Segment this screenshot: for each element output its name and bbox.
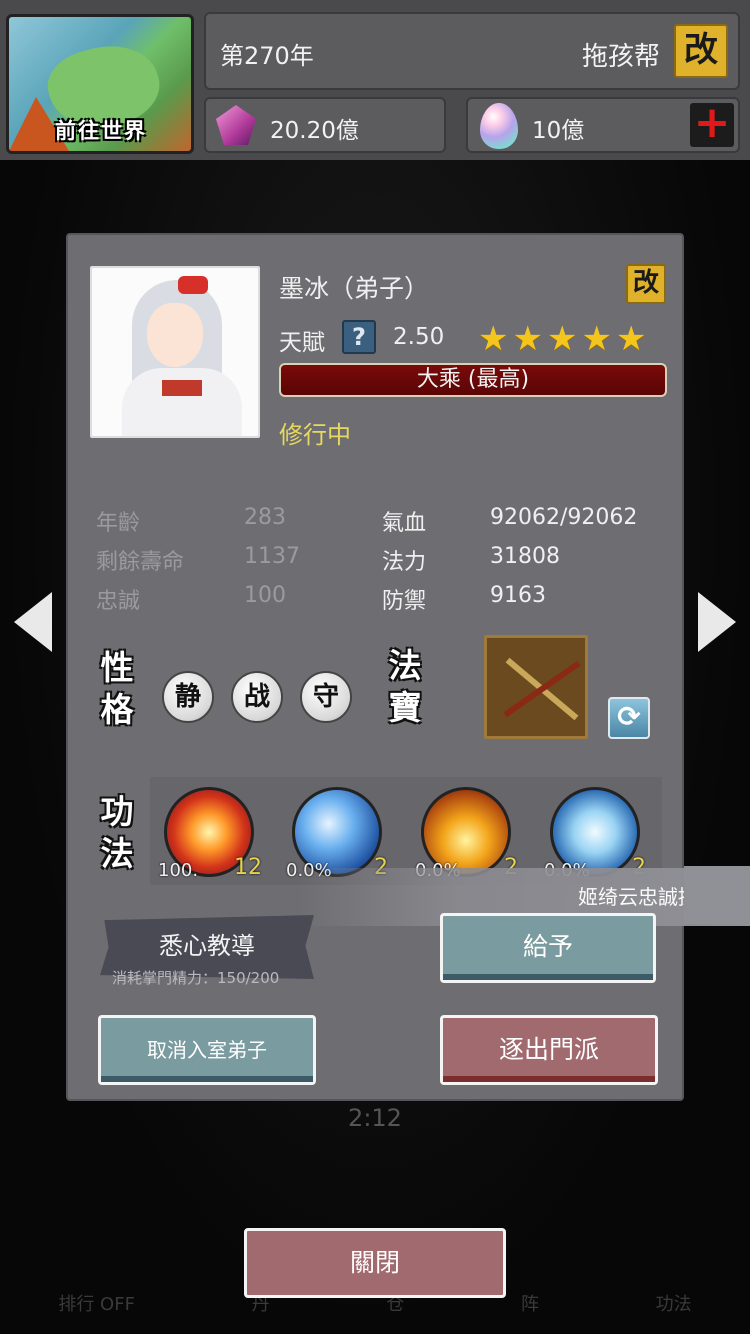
stat-value: 9163 — [490, 583, 546, 608]
next-disciple-arrow-icon[interactable] — [698, 592, 736, 652]
add-currency-button[interactable]: + — [690, 101, 734, 147]
stat-label: 剩餘壽命 — [96, 550, 185, 575]
portrait-robe — [122, 368, 242, 436]
top-bar: 前往世界 第270年 拖孩帮 改 20.20億 10億 + — [0, 0, 750, 160]
stat-label: 年齡 — [96, 511, 141, 536]
stat-row: 年齡 283 氣血 92062/92062 — [96, 505, 656, 544]
stat-row: 剩餘壽命 1137 法力 31808 — [96, 544, 656, 583]
trait-badge[interactable]: 战 — [231, 671, 283, 723]
world-map-button[interactable]: 前往世界 — [6, 14, 194, 154]
character-portrait — [90, 266, 260, 438]
prev-disciple-arrow-icon[interactable] — [14, 592, 52, 652]
crystal-amount: 20.20億 — [270, 118, 359, 144]
star-icon: ★ — [512, 319, 543, 359]
stat-value: 1137 — [244, 544, 300, 569]
give-button[interactable]: 給予 — [440, 913, 656, 983]
skills-title: 功法 — [100, 792, 134, 873]
star-icon: ★ — [546, 319, 578, 359]
teach-cost-label: 消耗掌門精力：150/200 — [112, 969, 280, 987]
background-nav-item: 阵 — [520, 1294, 539, 1315]
stat-value: 283 — [244, 505, 286, 530]
stat-row: 忠誠 100 防禦 9163 — [96, 583, 656, 622]
crystal-resource: 20.20億 — [204, 97, 446, 153]
stat-label: 防禦 — [382, 589, 427, 614]
stat-label: 忠誠 — [96, 589, 141, 614]
treasure-title: 法寶 — [388, 646, 422, 727]
star-icon: ★ — [478, 319, 509, 359]
cancel-inner-disciple-button[interactable]: 取消入室弟子 — [98, 1015, 316, 1085]
stat-value: 100 — [244, 583, 286, 608]
background-timer: 2:12 — [348, 1104, 402, 1132]
egg-resource: 10億 + — [466, 97, 740, 153]
talent-stars: ★ ★ ★ ★ ★ — [478, 319, 646, 359]
background-nav-item: 排行 OFF — [58, 1294, 135, 1315]
rename-character-button[interactable]: 改 — [626, 264, 666, 304]
expel-button[interactable]: 逐出門派 — [440, 1015, 658, 1085]
stat-label: 法力 — [382, 550, 427, 575]
cultivation-status: 修行中 — [279, 421, 351, 449]
talent-help-icon[interactable]: ? — [342, 320, 376, 354]
stat-value: 92062/92062 — [490, 505, 638, 530]
star-icon: ★ — [581, 319, 612, 359]
year-panel: 第270年 拖孩帮 改 — [204, 12, 740, 90]
portrait-bow — [178, 276, 208, 294]
portrait-sash — [162, 380, 202, 396]
swap-treasure-refresh-icon[interactable]: ⟳ — [608, 697, 650, 739]
portrait-face — [147, 303, 203, 367]
loyalty-toast-edge — [684, 866, 750, 924]
spirit-egg-icon — [480, 103, 518, 149]
trait-badge[interactable]: 静 — [162, 671, 214, 723]
talent-value: 2.50 — [393, 324, 445, 350]
treasure-slot[interactable] — [484, 635, 588, 739]
close-button[interactable]: 關閉 — [244, 1228, 506, 1298]
world-map-label: 前往世界 — [55, 118, 147, 143]
skill-progress: 100. — [158, 860, 199, 881]
star-icon: ★ — [615, 319, 647, 359]
talent-label: 天賦 — [279, 330, 325, 356]
stat-label: 氣血 — [382, 511, 427, 536]
sect-name: 拖孩帮 — [581, 42, 660, 72]
stats-grid: 年齡 283 氣血 92062/92062 剩餘壽命 1137 法力 31808… — [96, 505, 656, 622]
rename-sect-button[interactable]: 改 — [674, 24, 728, 78]
skill-level: 12 — [234, 855, 262, 880]
background-nav-item: 功法 — [655, 1294, 692, 1315]
crystal-icon — [216, 105, 256, 145]
stat-value: 31808 — [490, 544, 560, 569]
personality-title: 性格 — [100, 648, 134, 729]
egg-amount: 10億 — [532, 118, 585, 144]
disciple-detail-panel: 墨冰（弟子） 改 天賦 ? 2.50 ★ ★ ★ ★ ★ 大乘 (最高) 修行中… — [66, 233, 750, 1101]
trait-badge[interactable]: 守 — [300, 671, 352, 723]
cultivation-realm-bar: 大乘 (最高) — [279, 363, 667, 397]
year-label: 第270年 — [220, 42, 314, 70]
character-name: 墨冰（弟子） — [279, 274, 430, 303]
